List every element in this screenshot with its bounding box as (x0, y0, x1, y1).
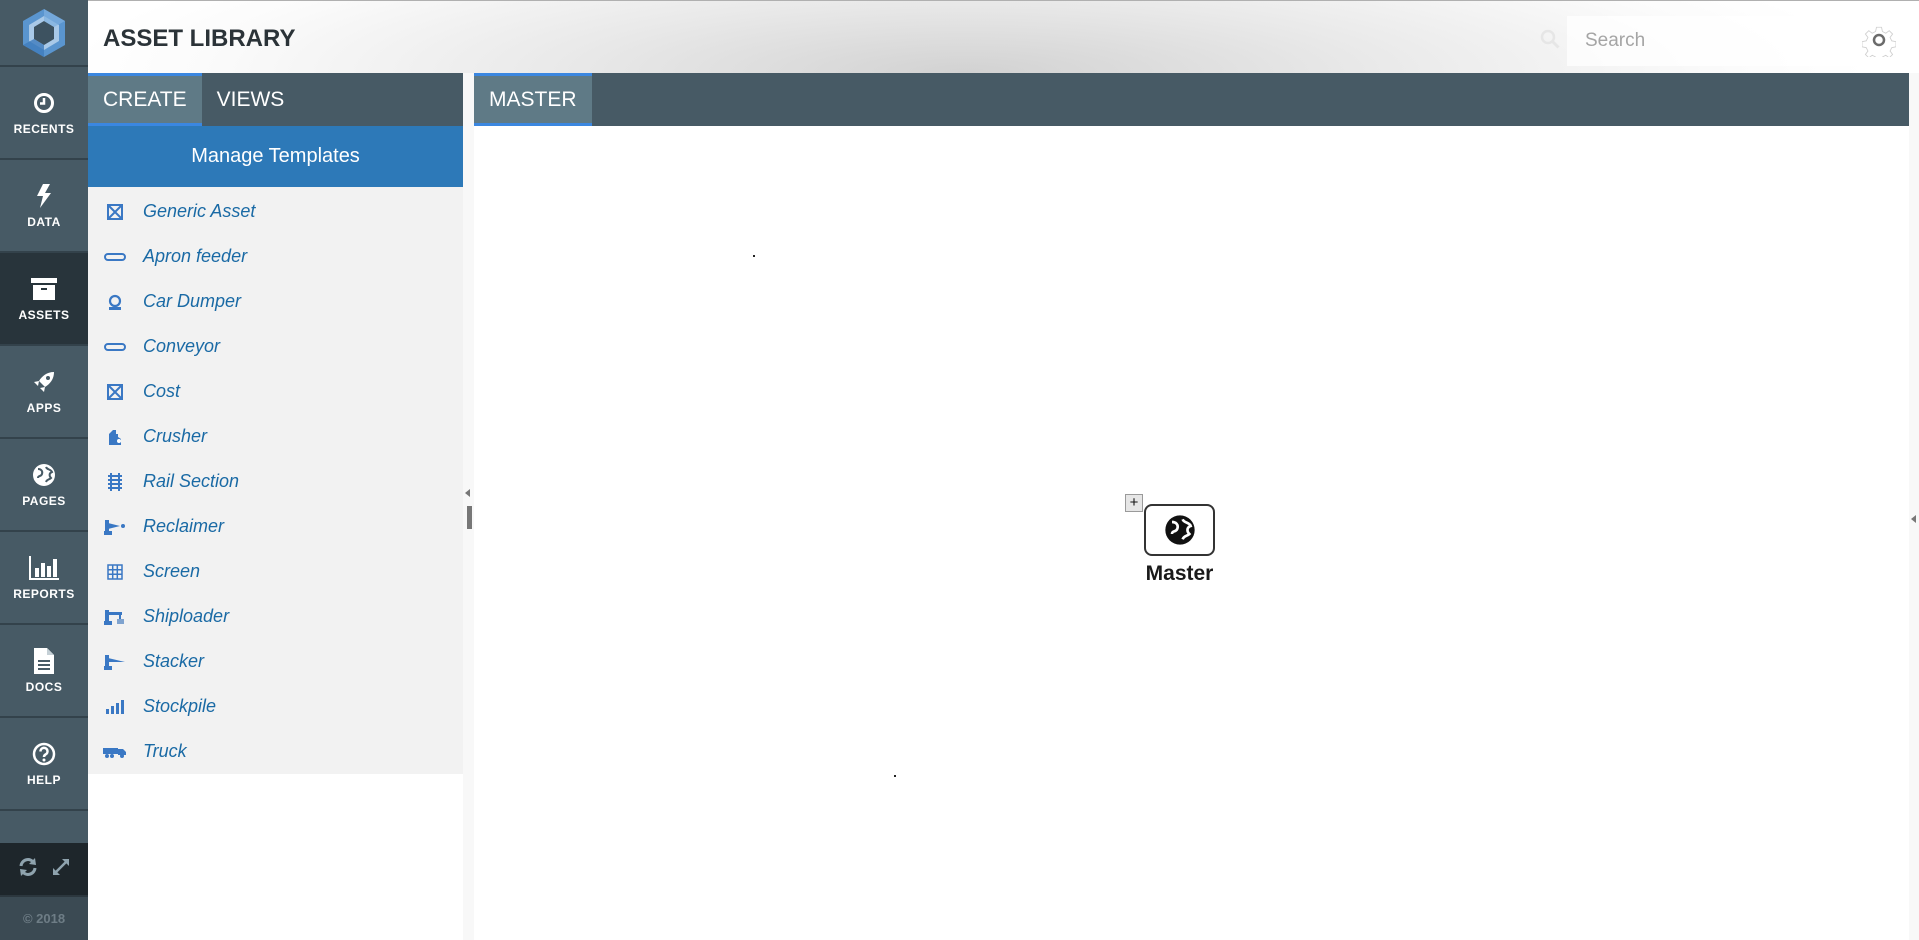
nav-item-pages[interactable]: PAGES (0, 439, 88, 532)
template-item-reclaimer[interactable]: Reclaimer (88, 504, 463, 549)
main-nav: RECENTS DATA ASSETS APPS PAGES REPORTS D… (0, 0, 88, 940)
panel-splitter[interactable] (463, 73, 474, 940)
page-header: ASSET LIBRARY (88, 0, 1919, 73)
nav-item-recents[interactable]: RECENTS (0, 67, 88, 160)
tab-views[interactable]: VIEWS (202, 73, 300, 126)
template-label: Stockpile (143, 696, 217, 716)
nav-item-help[interactable]: HELP (0, 718, 88, 811)
refresh-icon[interactable] (18, 857, 38, 881)
nav-label: RECENTS (13, 121, 75, 136)
reclaimer-icon (102, 517, 128, 537)
document-icon (34, 647, 54, 674)
template-label: Shiploader (143, 606, 230, 626)
page-title: ASSET LIBRARY (103, 25, 296, 52)
archive-box-icon (31, 276, 57, 302)
template-label: Reclaimer (143, 516, 225, 536)
gear-icon[interactable] (1861, 23, 1897, 62)
asset-node-label: Master (1145, 562, 1214, 585)
copyright: © 2018 (0, 895, 88, 940)
nav-label: APPS (26, 400, 62, 415)
expand-icon[interactable] (52, 858, 70, 881)
template-list: Generic Asset Apron feeder Car Dumper Co… (88, 187, 463, 774)
truck-icon (102, 742, 128, 762)
create-panel-tabs: CREATE VIEWS (88, 73, 463, 126)
right-collapse-strip[interactable] (1909, 73, 1919, 940)
template-label: Rail Section (143, 471, 240, 491)
nav-item-docs[interactable]: DOCS (0, 625, 88, 718)
rail-icon (102, 472, 128, 492)
app-logo[interactable] (0, 0, 88, 67)
template-item-screen[interactable]: Screen (88, 549, 463, 594)
template-item-conveyor[interactable]: Conveyor (88, 324, 463, 369)
template-label: Crusher (143, 426, 208, 446)
template-item-stacker[interactable]: Stacker (88, 639, 463, 684)
collapse-right-arrow-icon[interactable] (1911, 515, 1916, 523)
tab-create[interactable]: CREATE (88, 73, 202, 126)
create-panel: CREATE VIEWS Manage Templates Generic As… (88, 73, 463, 940)
nav-label: REPORTS (13, 586, 75, 601)
nav-item-data[interactable]: DATA (0, 160, 88, 253)
nav-label: HELP (26, 772, 61, 787)
nav-item-assets[interactable]: ASSETS (0, 253, 88, 346)
canvas-marker (894, 775, 896, 777)
question-circle-icon (32, 741, 56, 767)
hexagon-logo-icon (23, 8, 65, 57)
grid-icon (102, 562, 128, 582)
box-x-icon (102, 382, 128, 402)
template-item-car-dumper[interactable]: Car Dumper (88, 279, 463, 324)
globe-icon (32, 462, 56, 488)
nav-label: PAGES (22, 493, 66, 508)
stockpile-bars-icon (102, 697, 128, 717)
template-label: Truck (143, 741, 187, 761)
splitter-grip[interactable] (467, 506, 472, 529)
stacker-icon (102, 652, 128, 672)
shiploader-icon (102, 607, 128, 627)
template-label: Conveyor (143, 336, 221, 356)
template-item-rail-section[interactable]: Rail Section (88, 459, 463, 504)
template-label: Cost (143, 381, 181, 401)
template-label: Car Dumper (143, 291, 242, 311)
view-panel: MASTER + Master (474, 73, 1909, 940)
view-panel-tabs: MASTER (474, 73, 1909, 126)
template-item-shiploader[interactable]: Shiploader (88, 594, 463, 639)
nav-item-apps[interactable]: APPS (0, 346, 88, 439)
belt-icon (102, 337, 128, 357)
template-label: Stacker (143, 651, 205, 671)
nav-label: ASSETS (18, 307, 70, 322)
crusher-icon (102, 427, 128, 447)
asset-canvas[interactable]: + Master (474, 126, 1909, 940)
search-input[interactable] (1567, 16, 1857, 66)
search-icon[interactable] (1540, 29, 1560, 54)
belt-icon (102, 247, 128, 267)
template-item-generic-asset[interactable]: Generic Asset (88, 189, 463, 234)
canvas-marker (753, 255, 755, 257)
lightning-icon (36, 183, 52, 209)
template-item-truck[interactable]: Truck (88, 729, 463, 774)
template-item-stockpile[interactable]: Stockpile (88, 684, 463, 729)
nav-label: DATA (27, 214, 61, 229)
expand-node-button[interactable]: + (1125, 494, 1143, 512)
template-label: Generic Asset (143, 201, 256, 221)
asset-node-master[interactable] (1144, 504, 1215, 556)
clock-icon (33, 90, 55, 116)
rocket-icon (32, 369, 56, 395)
template-item-crusher[interactable]: Crusher (88, 414, 463, 459)
manage-templates-button[interactable]: Manage Templates (88, 126, 463, 187)
nav-label: DOCS (25, 679, 63, 694)
bar-chart-icon (29, 555, 59, 581)
template-label: Apron feeder (143, 246, 248, 266)
nav-item-reports[interactable]: REPORTS (0, 532, 88, 625)
box-x-icon (102, 202, 128, 222)
collapse-left-arrow-icon[interactable] (465, 489, 470, 497)
template-label: Screen (143, 561, 201, 581)
template-item-cost[interactable]: Cost (88, 369, 463, 414)
tab-master[interactable]: MASTER (474, 73, 592, 126)
dumper-icon (102, 292, 128, 312)
nav-toolbar (0, 843, 88, 895)
globe-icon (1164, 515, 1195, 545)
template-item-apron-feeder[interactable]: Apron feeder (88, 234, 463, 279)
